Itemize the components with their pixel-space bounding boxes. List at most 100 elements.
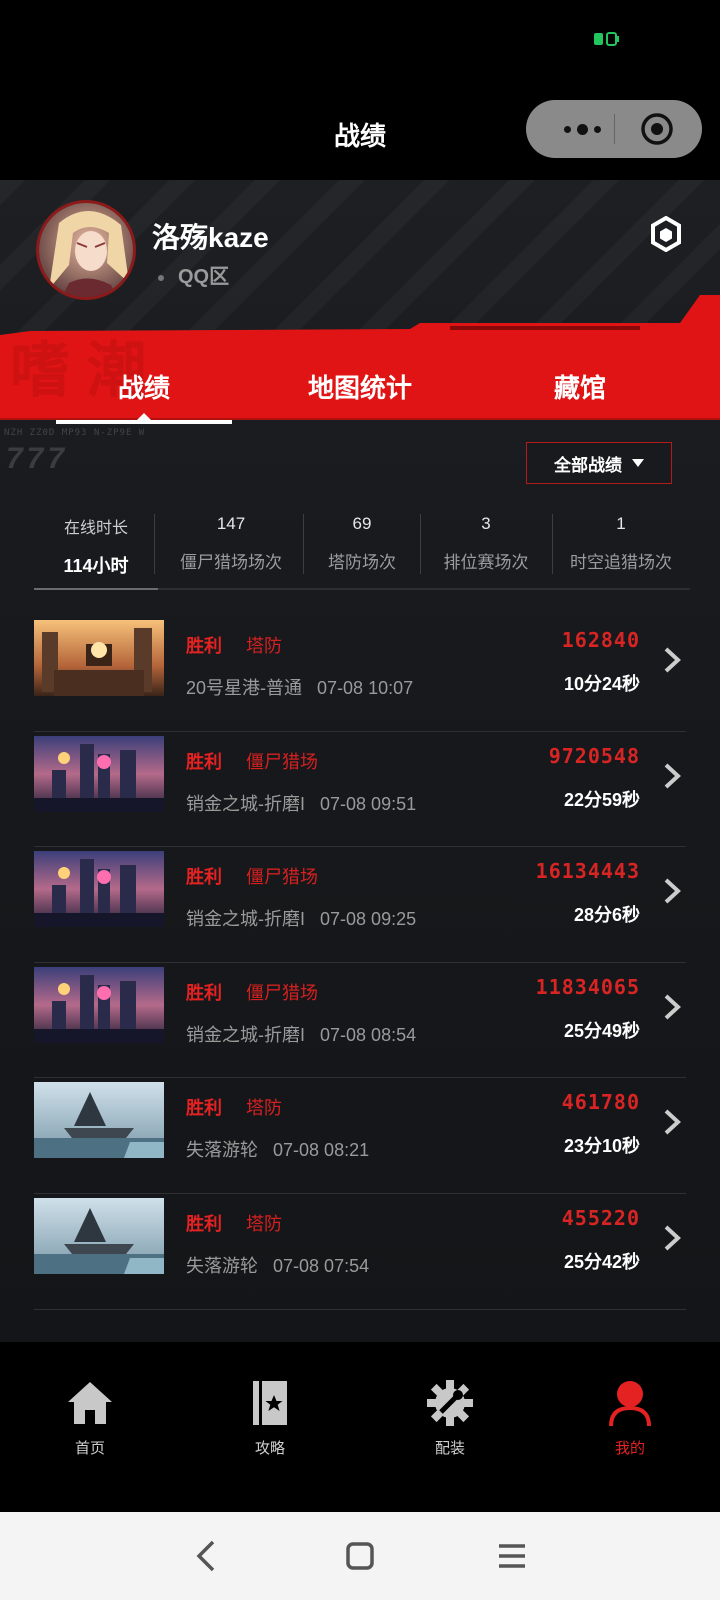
stat-value: 3 bbox=[481, 514, 491, 533]
match-duration: 25分49秒 bbox=[563, 1020, 640, 1041]
match-score: 11834065 bbox=[535, 974, 640, 999]
stat-zombie-matches: 147 僵尸猎场场次 bbox=[158, 510, 304, 574]
chevron-right-icon bbox=[664, 994, 681, 1020]
filter-label: 全部战绩 bbox=[554, 455, 622, 475]
map-thumbnail bbox=[34, 1082, 164, 1159]
avatar[interactable] bbox=[36, 200, 136, 300]
match-map-time: 销金之城-折磨I 07-08 09:51 bbox=[186, 793, 417, 814]
nav-label: 配装 bbox=[434, 1440, 465, 1457]
home-icon bbox=[68, 1382, 112, 1424]
status-bar bbox=[0, 0, 720, 80]
nav-home[interactable]: 首页 bbox=[40, 1378, 140, 1458]
match-map-time: 20号星港-普通 07-08 10:07 bbox=[186, 678, 414, 698]
match-result: 胜利 bbox=[186, 1213, 222, 1234]
nav-loadout[interactable]: 配装 bbox=[400, 1378, 500, 1458]
user-icon bbox=[609, 1381, 651, 1427]
match-row[interactable]: 胜利 塔防 20号星港-普通 07-08 10:07 162840 10分24秒 bbox=[34, 616, 686, 732]
match-list: 胜利 塔防 20号星港-普通 07-08 10:07 162840 10分24秒… bbox=[34, 616, 686, 1310]
server-name: QQ区 bbox=[178, 266, 230, 288]
tab-active-caret bbox=[137, 413, 151, 420]
stat-label: 在线时长 bbox=[63, 520, 128, 537]
main-content: 洛殇kaze QQ区 嗜 潮 战绩 地图统计 藏馆 NZH ZZ0D MP93 … bbox=[0, 180, 720, 1342]
stat-ranked-matches: 3 排位赛场次 bbox=[420, 510, 552, 574]
capsule-divider bbox=[614, 114, 615, 144]
wrench-gear-icon bbox=[427, 1380, 473, 1426]
stat-label: 排位赛场次 bbox=[443, 553, 529, 572]
match-mode: 僵尸猎场 bbox=[246, 867, 318, 888]
battery-icon bbox=[594, 32, 619, 46]
nav-label: 首页 bbox=[74, 1440, 105, 1457]
match-result: 胜利 bbox=[186, 1098, 222, 1119]
match-row[interactable]: 胜利 塔防 失落游轮 07-08 07:54 455220 25分42秒 bbox=[34, 1194, 686, 1310]
stat-online-time: 在线时长 114小时 bbox=[34, 510, 158, 576]
match-score: 455220 bbox=[561, 1205, 640, 1230]
match-duration: 25分42秒 bbox=[563, 1251, 640, 1272]
match-duration: 10分24秒 bbox=[563, 674, 640, 694]
match-row[interactable]: 胜利 僵尸猎场 销金之城-折磨I 07-08 09:51 9720548 22分… bbox=[34, 732, 686, 848]
tab-collection[interactable]: 藏馆 bbox=[500, 368, 660, 405]
nav-label: 攻略 bbox=[254, 1440, 285, 1457]
chevron-right-icon bbox=[664, 647, 681, 673]
stat-value: 69 bbox=[352, 514, 372, 533]
stat-chrono-matches: 1 时空追猎场次 bbox=[552, 510, 690, 574]
map-thumbnail bbox=[34, 851, 164, 928]
match-row[interactable]: 胜利 塔防 失落游轮 07-08 08:21 461780 23分10秒 bbox=[34, 1078, 686, 1194]
match-row[interactable]: 胜利 僵尸猎场 销金之城-折磨I 07-08 08:54 11834065 25… bbox=[34, 963, 686, 1079]
match-result: 胜利 bbox=[186, 982, 222, 1003]
map-thumbnail bbox=[34, 966, 164, 1043]
menu-icon[interactable] bbox=[492, 1536, 532, 1576]
tab-map-stats[interactable]: 地图统计 bbox=[280, 368, 440, 405]
caret-down-icon bbox=[632, 459, 644, 467]
stat-label: 塔防场次 bbox=[328, 553, 396, 572]
filter-dropdown[interactable]: 全部战绩 bbox=[526, 442, 672, 484]
nav-label: 我的 bbox=[614, 1440, 645, 1457]
hex-settings-icon[interactable] bbox=[650, 216, 682, 252]
nav-guide[interactable]: 攻略 bbox=[220, 1378, 320, 1458]
back-icon[interactable] bbox=[187, 1536, 227, 1576]
mini-program-capsule bbox=[526, 100, 702, 158]
stat-tower-matches: 69 塔防场次 bbox=[304, 510, 420, 574]
chevron-right-icon bbox=[664, 763, 681, 789]
stat-value: 147 bbox=[216, 514, 246, 533]
match-map-time: 销金之城-折磨I 07-08 08:54 bbox=[186, 1024, 417, 1045]
match-mode: 塔防 bbox=[246, 636, 282, 656]
home-square-icon[interactable] bbox=[340, 1536, 380, 1576]
stat-value: 114小时 bbox=[63, 556, 129, 576]
stat-label: 僵尸猎场场次 bbox=[180, 553, 282, 572]
stat-divider bbox=[154, 514, 155, 574]
match-map-time: 销金之城-折磨I 07-08 09:25 bbox=[186, 909, 417, 930]
match-score: 461780 bbox=[561, 1090, 640, 1115]
tab-record[interactable]: 战绩 bbox=[56, 368, 232, 405]
match-result: 胜利 bbox=[186, 867, 222, 888]
match-map-time: 失落游轮 07-08 07:54 bbox=[186, 1255, 370, 1276]
match-duration: 23分10秒 bbox=[563, 1136, 640, 1157]
match-mode: 塔防 bbox=[246, 1213, 282, 1234]
match-duration: 28分6秒 bbox=[573, 905, 640, 926]
match-mode: 僵尸猎场 bbox=[246, 982, 318, 1003]
map-thumbnail bbox=[34, 1197, 164, 1274]
chevron-right-icon bbox=[664, 1109, 681, 1135]
stat-label: 时空追猎场次 bbox=[570, 553, 672, 572]
match-mode: 塔防 bbox=[246, 1098, 282, 1119]
match-row[interactable]: 胜利 僵尸猎场 销金之城-折磨I 07-08 09:25 16134443 28… bbox=[34, 847, 686, 963]
nav-mine[interactable]: 我的 bbox=[580, 1378, 680, 1458]
more-dots-icon[interactable] bbox=[552, 116, 612, 142]
match-result: 胜利 bbox=[186, 751, 222, 772]
chevron-right-icon bbox=[664, 878, 681, 904]
system-navigation-bar bbox=[0, 1512, 720, 1600]
tab-active-indicator bbox=[56, 420, 232, 424]
match-mode: 僵尸猎场 bbox=[246, 751, 318, 772]
target-icon[interactable] bbox=[640, 112, 674, 146]
stat-value: 1 bbox=[616, 514, 626, 533]
match-score: 9720548 bbox=[548, 743, 640, 768]
match-duration: 22分59秒 bbox=[563, 789, 640, 810]
guide-book-icon bbox=[253, 1381, 287, 1425]
decorative-number: 777 bbox=[6, 442, 69, 475]
map-thumbnail bbox=[34, 735, 164, 812]
match-result: 胜利 bbox=[186, 636, 222, 656]
match-map-time: 失落游轮 07-08 08:21 bbox=[186, 1140, 370, 1161]
decorative-code-text: NZH ZZ0D MP93 N-ZP9E W bbox=[4, 428, 146, 438]
stats-summary: 在线时长 114小时 147 僵尸猎场场次 69 塔防场次 3 排位赛场次 1 … bbox=[34, 510, 690, 592]
bottom-nav: 首页 攻略 配装 我的 bbox=[0, 1342, 720, 1512]
match-score: 162840 bbox=[561, 628, 640, 652]
